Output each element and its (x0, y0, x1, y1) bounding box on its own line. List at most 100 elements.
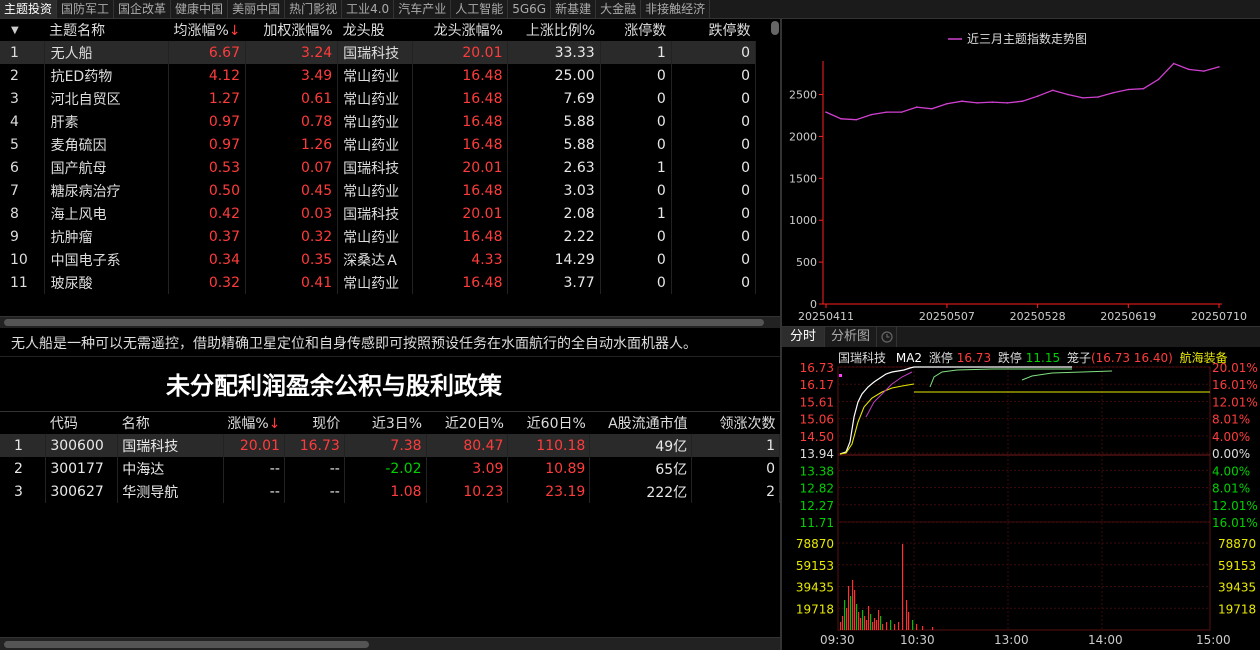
theme-table-vscroll-thumb[interactable] (771, 21, 779, 35)
stock-col-label: 近60日% (526, 416, 586, 432)
stock-row[interactable]: 3 300627 华测导航 -- -- 1.08 10.23 23.19 222亿 2 (0, 480, 780, 503)
data-point (1172, 62, 1175, 65)
ma-line-3 (865, 371, 913, 418)
top-tab[interactable]: 国防军工 (57, 0, 115, 18)
tab-analysis[interactable]: 分析图 (825, 327, 878, 347)
theme-col-header[interactable]: ▼ (0, 19, 44, 41)
row-index: 10 (0, 248, 45, 271)
row-index: 3 (0, 87, 45, 110)
theme-row[interactable]: 3 河北自贸区 1.27 0.61 常山药业 16.48 7.69 0 0 (0, 87, 757, 110)
top-tab[interactable]: 健康中国 (171, 0, 229, 18)
stock-col-header[interactable]: 近60日% (508, 412, 590, 434)
tab-intraday[interactable]: 分时 (782, 327, 826, 347)
theme-cell: 0 (671, 248, 757, 271)
price-tick-label: 13.94 (800, 447, 834, 461)
top-tab[interactable]: 主题投资 (0, 0, 58, 18)
stock-col-label: 涨幅% (227, 416, 269, 432)
stock-col-header[interactable]: 近20日% (426, 412, 508, 434)
clock-icon[interactable] (877, 327, 898, 347)
volume-bar (840, 622, 842, 630)
theme-cell: 0.97 (168, 133, 247, 156)
stock-col-header[interactable] (0, 412, 46, 434)
theme-col-header[interactable]: 龙头涨幅% (413, 19, 508, 41)
theme-name: 国产航母 (44, 156, 169, 179)
top-tab[interactable]: 非接触经济 (641, 0, 711, 18)
theme-cell: 1.26 (245, 133, 339, 156)
stock-col-header[interactable]: 现价 (284, 412, 344, 434)
banner-title: 未分配利润盈余公积与股利政策 (166, 372, 502, 400)
volume-bar (916, 624, 918, 630)
stock-col-header[interactable]: 近3日% (344, 412, 426, 434)
theme-row[interactable]: 5 麦角硫因 0.97 1.26 常山药业 16.48 5.88 0 0 (0, 133, 757, 156)
stock-col-header[interactable]: 名称 (118, 412, 224, 434)
data-point (1112, 92, 1114, 94)
theme-col-header[interactable]: 上涨比例% (508, 19, 600, 41)
top-tab[interactable]: 大金融 (596, 0, 642, 18)
x-tick-label: 20250710 (1191, 310, 1247, 323)
top-tab[interactable]: 5G6G (508, 0, 552, 18)
stock-table-hscroll-thumb[interactable] (4, 641, 369, 648)
stock-col-header[interactable]: 涨幅%↓ (223, 412, 284, 434)
stock-row[interactable]: 2 300177 中海达 -- -- -2.02 3.09 10.89 65亿 0 (0, 457, 780, 480)
theme-description: 无人船是一种可以无需遥控，借助精确卫星定位和自身传感即可按照预设任务在水面航行的… (11, 336, 697, 352)
legend-label: 近三月主题指数走势图 (967, 31, 1087, 46)
stock-row[interactable]: 1 300600 国瑞科技 20.01 16.73 7.38 80.47 110.18 49亿 1 (0, 434, 780, 457)
theme-row[interactable]: 9 抗肿瘤 0.37 0.32 常山药业 16.48 2.22 0 0 (0, 225, 757, 248)
volume-bar (922, 626, 924, 630)
theme-col-header[interactable]: 加权涨幅% (246, 19, 338, 41)
stock-col-header[interactable]: 领涨次数 (692, 412, 780, 434)
theme-col-header[interactable]: 均涨幅%↓ (168, 19, 245, 41)
top-tab[interactable]: 人工智能 (451, 0, 509, 18)
theme-row[interactable]: 1 无人船 6.67 3.24 国瑞科技 20.01 33.33 1 0 (0, 41, 757, 64)
stock-cell: -2.02 (344, 457, 427, 480)
theme-table-hscroll-thumb[interactable] (4, 319, 764, 326)
pct-tick-label: 16.01% (1212, 378, 1258, 392)
theme-row[interactable]: 2 抗ED药物 4.12 3.49 常山药业 16.48 25.00 0 0 (0, 64, 757, 87)
data-point (1082, 97, 1084, 99)
theme-name: 肝素 (44, 110, 169, 133)
theme-table: ▼ 主题名称 均涨幅%↓ 加权涨幅% 龙头股 龙头涨幅% 上涨比例% 涨停数 跌停数 1 无人船 6… (0, 19, 757, 294)
stock-cell: 10.23 (426, 480, 509, 503)
theme-col-header[interactable]: 主题名称 (44, 19, 168, 41)
top-tab[interactable]: 热门影视 (285, 0, 343, 18)
theme-name: 麦角硫因 (44, 133, 169, 156)
pct-tick-label: 12.01% (1212, 395, 1258, 409)
theme-table-hscroll[interactable] (0, 316, 780, 328)
theme-row[interactable]: 6 国产航母 0.53 0.07 国瑞科技 20.01 2.63 1 0 (0, 156, 757, 179)
leader-stock: 常山药业 (337, 110, 414, 133)
top-tab[interactable]: 国企改革 (114, 0, 172, 18)
theme-cell: 2.63 (507, 156, 601, 179)
top-tab[interactable]: 美丽中国 (228, 0, 286, 18)
theme-index-trend-chart: 近三月主题指数走势图0500100015002000250020250411 20… (789, 31, 1247, 323)
theme-col-header[interactable]: 涨停数 (600, 19, 671, 41)
top-tab[interactable]: 新基建 (551, 0, 597, 18)
top-tab[interactable]: 工业4.0 (342, 0, 395, 18)
volume-bar (898, 622, 900, 630)
theme-cell: 20.01 (412, 202, 509, 225)
stock-table-hscroll[interactable] (0, 637, 780, 650)
stock-cell: 23.19 (507, 480, 591, 503)
theme-cell: 1 (600, 41, 672, 64)
volume-bar (860, 618, 862, 630)
stock-cell: 65亿 (589, 457, 693, 480)
stock-cell: 10.89 (507, 457, 591, 480)
stock-cell: 3 (0, 480, 47, 503)
volume-bar (864, 616, 866, 630)
theme-col-header[interactable]: 龙头股 (338, 19, 413, 41)
time-tick-label: 10:30 (900, 633, 935, 647)
theme-row[interactable]: 8 海上风电 0.42 0.03 国瑞科技 20.01 2.08 1 0 (0, 202, 757, 225)
data-point (1006, 102, 1009, 104)
theme-cell: 0 (600, 271, 672, 294)
theme-cell: 0 (671, 156, 757, 179)
theme-row[interactable]: 7 糖尿病治疗 0.50 0.45 常山药业 16.48 3.03 0 0 (0, 179, 757, 202)
data-point (931, 107, 933, 110)
stock-col-label: 领涨次数 (719, 416, 776, 432)
theme-row[interactable]: 10 中国电子系 0.34 0.35 深桑达Ａ 4.33 14.29 0 0 (0, 248, 757, 271)
theme-row[interactable]: 11 玻尿酸 0.32 0.41 常山药业 16.48 3.77 0 0 (0, 271, 757, 294)
stock-col-header[interactable]: 代码 (46, 412, 118, 434)
top-tab[interactable]: 汽车产业 (394, 0, 452, 18)
theme-col-header[interactable]: 跌停数 (671, 19, 755, 41)
theme-row[interactable]: 4 肝素 0.97 0.78 常山药业 16.48 5.88 0 0 (0, 110, 757, 133)
data-point (1036, 95, 1039, 97)
stock-col-header[interactable]: A股流通市值 (590, 412, 692, 434)
